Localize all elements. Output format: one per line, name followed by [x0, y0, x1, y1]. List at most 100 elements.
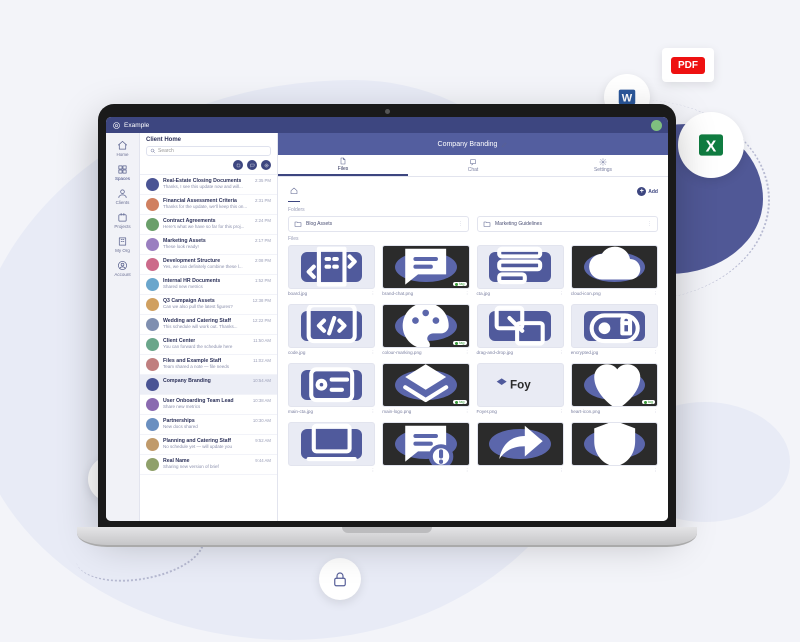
more-icon[interactable]: ⋮ [371, 350, 376, 356]
file-name: cta.jpg [477, 291, 491, 297]
conversation-item[interactable]: Q3 Campaign Assets12:38 PM Can we also p… [140, 295, 277, 315]
file-thumbnail: tag [382, 363, 469, 407]
conversation-item[interactable]: Financial Assessment Criteria2:31 PM Tha… [140, 195, 277, 215]
file-thumbnail [288, 245, 375, 289]
more-icon[interactable]: ⋮ [458, 221, 463, 227]
new-item-button[interactable] [261, 160, 271, 170]
avatar [146, 238, 159, 251]
app-window: Example Home Spaces Clients Projects My … [106, 117, 668, 521]
more-icon[interactable]: ⋮ [653, 350, 658, 356]
file-item[interactable]: drag-and-drop.jpg ⋮ [477, 304, 564, 356]
file-item[interactable]: tag heart-icon.png⋮ [571, 363, 658, 415]
conversation-item[interactable]: Contract Agreements2:24 PM Here's what w… [140, 215, 277, 235]
tab-bar: Files Chat Settings [278, 155, 668, 177]
tag-badge: tag [453, 282, 466, 286]
home-icon [117, 140, 128, 151]
nav-org[interactable]: My Org [106, 233, 139, 256]
tab-settings[interactable]: Settings [538, 155, 668, 176]
edit-icon[interactable] [501, 141, 508, 148]
laptop-base [77, 527, 697, 547]
conversation-list[interactable]: Real-Estate Closing Documents2:35 PM Tha… [140, 175, 277, 521]
lock-icon [319, 558, 361, 600]
more-icon[interactable]: ⋮ [465, 291, 470, 297]
file-name: drag-and-drop.jpg [477, 350, 514, 356]
tab-chat[interactable]: Chat [408, 155, 538, 176]
file-thumbnail [477, 422, 564, 466]
nav-rail: Home Spaces Clients Projects My Org Acco… [106, 133, 140, 521]
conversation-item[interactable]: Planning and Catering Staff9:52 AM No sc… [140, 435, 277, 455]
spaces-icon [117, 164, 128, 175]
more-icon[interactable]: ⋮ [559, 409, 564, 415]
svg-text:X: X [706, 139, 717, 156]
conversation-item[interactable]: Files and Example Staff11:02 AM Team sha… [140, 355, 277, 375]
conversation-item[interactable]: Company Branding10:54 AM [140, 375, 277, 395]
avatar [146, 318, 159, 331]
file-item[interactable]: ⋮ [382, 422, 469, 474]
folder-item[interactable]: Blog Assets⋮ [288, 216, 469, 232]
avatar [146, 278, 159, 291]
nav-home[interactable]: Home [106, 137, 139, 160]
more-icon[interactable]: ⋮ [371, 291, 376, 297]
conversation-item[interactable]: Client Center11:50 AM You can forward th… [140, 335, 277, 355]
add-button[interactable]: +Add [637, 187, 658, 196]
tab-files[interactable]: Files [278, 155, 408, 176]
more-icon[interactable]: ⋮ [647, 221, 652, 227]
new-chat-button[interactable] [247, 160, 257, 170]
folder-icon [294, 220, 302, 228]
file-item[interactable]: main-cta.jpg⋮ [288, 363, 375, 415]
more-icon[interactable]: ⋮ [653, 468, 658, 474]
more-icon[interactable]: ⋮ [559, 350, 564, 356]
file-item[interactable]: tag main-logo.png ⋮ [382, 363, 469, 415]
file-item[interactable]: tag brand-chat.png⋮ [382, 245, 469, 297]
more-icon[interactable]: ⋮ [653, 291, 658, 297]
avatar [146, 298, 159, 311]
more-icon[interactable]: ⋮ [371, 468, 376, 474]
more-icon[interactable]: ⋮ [371, 409, 376, 415]
folder-row: Blog Assets⋮ Marketing Guidelines⋮ [278, 213, 668, 235]
file-item[interactable]: cloud-icon.png⋮ [571, 245, 658, 297]
nav-spaces[interactable]: Spaces [106, 161, 139, 184]
more-icon[interactable]: ⋮ [465, 409, 470, 415]
search-input[interactable]: Search [146, 146, 271, 156]
folder-item[interactable]: Marketing Guidelines⋮ [477, 216, 658, 232]
tag-badge: tag [453, 341, 466, 345]
nav-projects[interactable]: Projects [106, 209, 139, 232]
more-icon[interactable]: ⋮ [559, 291, 564, 297]
more-icon[interactable]: ⋮ [653, 409, 658, 415]
user-avatar[interactable] [651, 120, 662, 131]
conversation-item[interactable]: Development Structure2:08 PM Yes, we can… [140, 255, 277, 275]
nav-account[interactable]: Account [106, 257, 139, 280]
file-item[interactable]: board.jpg⋮ [288, 245, 375, 297]
avatar [146, 398, 159, 411]
file-item[interactable]: ⋮ [477, 422, 564, 474]
conversation-item[interactable]: Partnerships10:30 AM New docs shared [140, 415, 277, 435]
more-icon[interactable]: ⋮ [559, 468, 564, 474]
conversation-item[interactable]: Real-Estate Closing Documents2:35 PM Tha… [140, 175, 277, 195]
file-item[interactable]: cta.jpg ⋮ [477, 245, 564, 297]
nav-clients[interactable]: Clients [106, 185, 139, 208]
file-name: encrypted.jpg [571, 350, 599, 356]
new-space-button[interactable] [233, 160, 243, 170]
breadcrumb-home[interactable] [288, 181, 300, 202]
file-item[interactable]: ⋮ [288, 422, 375, 474]
file-thumbnail: tag [382, 245, 469, 289]
conversation-item[interactable]: Marketing Assets2:17 PM These look ready… [140, 235, 277, 255]
conversation-item[interactable]: Wedding and Catering Staff12:22 PM This … [140, 315, 277, 335]
clients-icon [117, 188, 128, 199]
tag-badge: tag [642, 400, 655, 404]
file-thumbnail [288, 363, 375, 407]
conversation-item[interactable]: Internal HR Documents1:52 PM Shared new … [140, 275, 277, 295]
file-name: main-logo.png [382, 409, 411, 415]
file-item[interactable]: Foy Foyer.png⋮ [477, 363, 564, 415]
file-item[interactable]: ⋮ [571, 422, 658, 474]
conversation-item[interactable]: User Onboarding Team Lead10:38 AM Share … [140, 395, 277, 415]
file-item[interactable]: encrypted.jpg ⋮ [571, 304, 658, 356]
file-item[interactable]: code.jpg⋮ [288, 304, 375, 356]
svg-text:W: W [622, 93, 633, 105]
file-item[interactable]: tag colour-marking.png⋮ [382, 304, 469, 356]
file-thumbnail [571, 422, 658, 466]
more-icon[interactable]: ⋮ [465, 350, 470, 356]
app-topbar: Example [106, 117, 668, 133]
more-icon[interactable]: ⋮ [465, 468, 470, 474]
conversation-item[interactable]: Real Name9:44 AM Sharing new version of … [140, 455, 277, 475]
